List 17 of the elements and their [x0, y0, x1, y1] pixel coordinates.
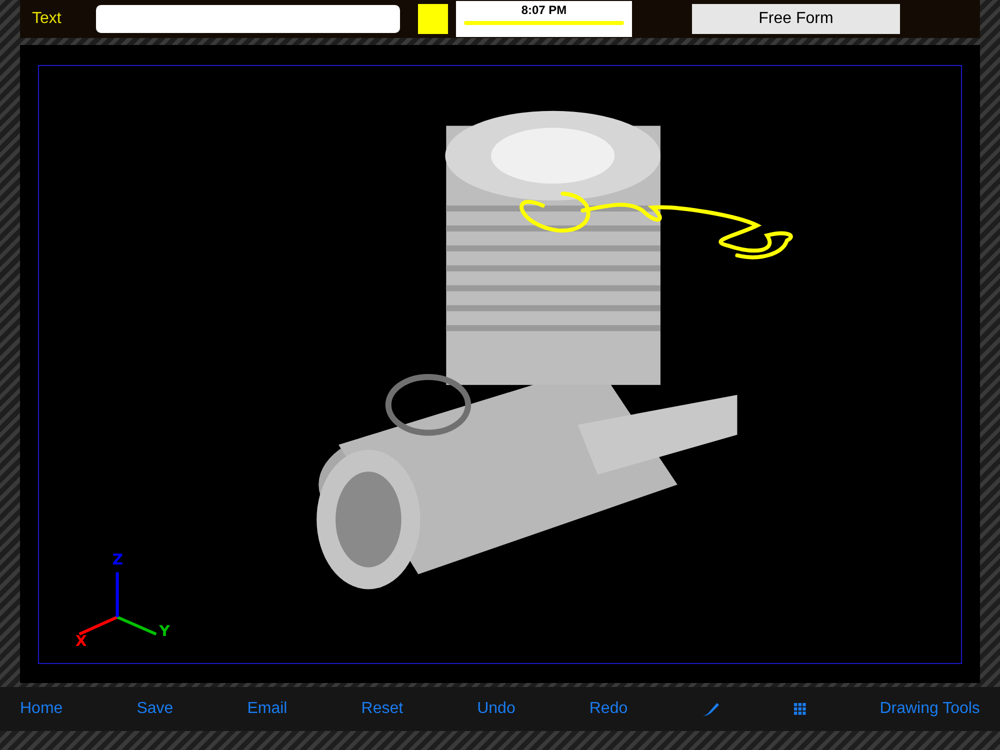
axis-label: X — [75, 632, 87, 650]
toolbar-button[interactable]: Save — [136, 698, 174, 720]
color-swatch[interactable] — [418, 4, 448, 34]
clock-time: 8:07 PM — [521, 3, 567, 17]
toolbar-button[interactable]: Email — [247, 698, 288, 720]
toolbar-button[interactable]: Redo — [589, 698, 628, 720]
toolbar-button[interactable]: Undo — [477, 698, 516, 720]
toolbar-button[interactable]: Home — [20, 698, 63, 720]
text-button[interactable]: Text — [32, 10, 84, 28]
toolbar-button[interactable]: Reset — [361, 698, 404, 720]
stroke-preview[interactable]: 8:07 PM — [456, 1, 632, 37]
mode-button[interactable]: Free Form — [692, 4, 900, 34]
grid-icon[interactable] — [794, 701, 806, 717]
text-input-field[interactable] — [96, 5, 400, 33]
toolbar-button[interactable]: Drawing Tools — [880, 698, 980, 720]
axis-label: Y — [159, 622, 170, 640]
axis-label: Z — [112, 550, 124, 568]
